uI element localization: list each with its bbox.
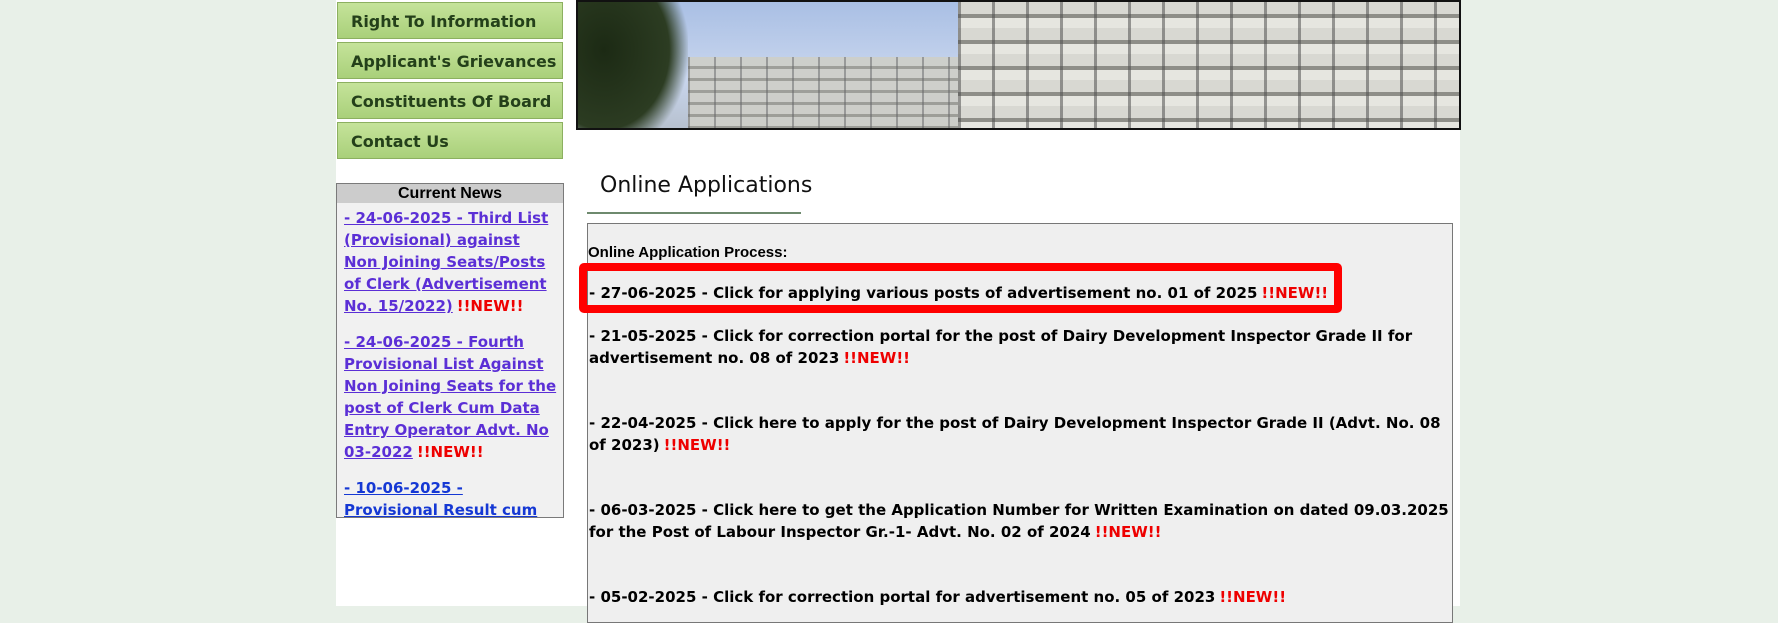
current-news-title: Current News [337, 184, 563, 203]
menu-label: Applicant's Grievances [351, 52, 557, 71]
menu-right-to-information[interactable]: Right To Information [337, 2, 563, 39]
application-link[interactable]: - 22-04-2025 - Click here to apply for t… [589, 412, 1449, 456]
menu-constituents-of-board[interactable]: Constituents Of Board [337, 82, 563, 119]
section-title: Online Applications [600, 173, 813, 198]
new-badge: !!NEW!! [663, 436, 731, 454]
new-badge: !!NEW!! [456, 297, 524, 315]
application-link[interactable]: - 21-05-2025 - Click for correction port… [589, 325, 1449, 369]
tree-foliage [578, 2, 688, 128]
news-link[interactable]: - 24-06-2025 - Fourth Provisional List A… [344, 331, 557, 463]
building-low [688, 57, 968, 128]
page-container: Right To Information Applicant's Grievan… [336, 0, 1461, 623]
application-link-text: - 06-03-2025 - Click here to get the App… [589, 501, 1449, 541]
title-underline [587, 212, 801, 214]
menu-label: Constituents Of Board [351, 92, 552, 111]
menu-contact-us[interactable]: Contact Us [337, 122, 563, 159]
news-list: - 24-06-2025 - Third List (Provisional) … [337, 203, 563, 518]
highlight-box [579, 263, 1342, 313]
new-badge: !!NEW!! [1219, 588, 1287, 606]
current-news-panel[interactable]: Current News - 24-06-2025 - Third List (… [336, 183, 564, 518]
new-badge: !!NEW!! [1094, 523, 1162, 541]
menu-applicants-grievances[interactable]: Applicant's Grievances [337, 42, 563, 79]
application-link-text: - 05-02-2025 - Click for correction port… [589, 588, 1216, 606]
application-link-text: - 21-05-2025 - Click for correction port… [589, 327, 1413, 367]
process-label: Online Application Process: [588, 244, 788, 261]
news-link[interactable]: - 24-06-2025 - Third List (Provisional) … [344, 207, 557, 317]
new-badge: !!NEW!! [843, 349, 911, 367]
building-facade [958, 2, 1459, 128]
menu-label: Right To Information [351, 12, 537, 31]
application-link[interactable]: - 06-03-2025 - Click here to get the App… [589, 499, 1449, 543]
application-link[interactable]: - 05-02-2025 - Click for correction port… [589, 586, 1449, 608]
news-link-text: - 10-06-2025 - Provisional Result cum Co… [344, 479, 538, 518]
header-banner-image [576, 0, 1461, 130]
new-badge: !!NEW!! [416, 443, 484, 461]
menu-label: Contact Us [351, 132, 449, 151]
news-link[interactable]: - 10-06-2025 - Provisional Result cum Co… [344, 477, 557, 518]
